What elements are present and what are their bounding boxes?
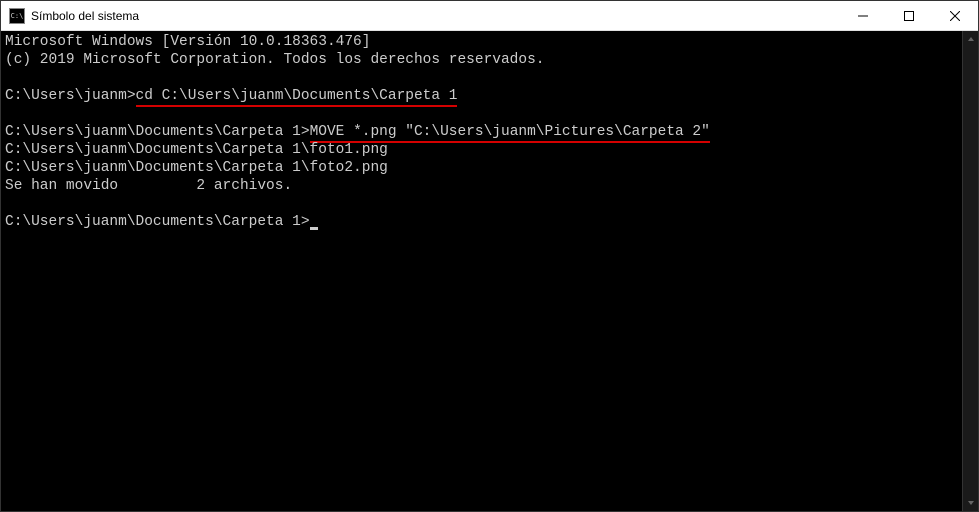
- terminal-prompt-line: C:\Users\juanm\Documents\Carpeta 1>: [5, 213, 958, 231]
- terminal-blank-line: [5, 69, 958, 87]
- terminal-body[interactable]: Microsoft Windows [Versión 10.0.18363.47…: [1, 31, 978, 511]
- terminal-prompt-line: C:\Users\juanm>cd C:\Users\juanm\Documen…: [5, 87, 958, 105]
- close-button[interactable]: [932, 1, 978, 30]
- cursor-icon: [310, 227, 318, 230]
- prompt-path: C:\Users\juanm>: [5, 88, 136, 104]
- scrollbar[interactable]: [962, 31, 978, 511]
- prompt-path: C:\Users\juanm\Documents\Carpeta 1>: [5, 124, 310, 140]
- cmd-window: C:\ Símbolo del sistema Microsoft Window…: [0, 0, 979, 512]
- terminal-output-line: C:\Users\juanm\Documents\Carpeta 1\foto1…: [5, 141, 958, 159]
- prompt-path: C:\Users\juanm\Documents\Carpeta 1>: [5, 214, 310, 230]
- terminal-output-line: C:\Users\juanm\Documents\Carpeta 1\foto2…: [5, 159, 958, 177]
- terminal-blank-line: [5, 195, 958, 213]
- cmd-icon: C:\: [9, 8, 25, 24]
- terminal-blank-line: [5, 105, 958, 123]
- scrollbar-down-icon[interactable]: [963, 495, 978, 511]
- command-underlined: cd C:\Users\juanm\Documents\Carpeta 1: [136, 88, 458, 107]
- window-title: Símbolo del sistema: [31, 9, 840, 23]
- scrollbar-up-icon[interactable]: [963, 31, 978, 47]
- window-controls: [840, 1, 978, 30]
- terminal-prompt-line: C:\Users\juanm\Documents\Carpeta 1>MOVE …: [5, 123, 958, 141]
- terminal-line: Microsoft Windows [Versión 10.0.18363.47…: [5, 33, 958, 51]
- minimize-button[interactable]: [840, 1, 886, 30]
- maximize-button[interactable]: [886, 1, 932, 30]
- terminal-line: (c) 2019 Microsoft Corporation. Todos lo…: [5, 51, 958, 69]
- titlebar[interactable]: C:\ Símbolo del sistema: [1, 1, 978, 31]
- terminal-content: Microsoft Windows [Versión 10.0.18363.47…: [5, 33, 974, 231]
- terminal-output-line: Se han movido 2 archivos.: [5, 177, 958, 195]
